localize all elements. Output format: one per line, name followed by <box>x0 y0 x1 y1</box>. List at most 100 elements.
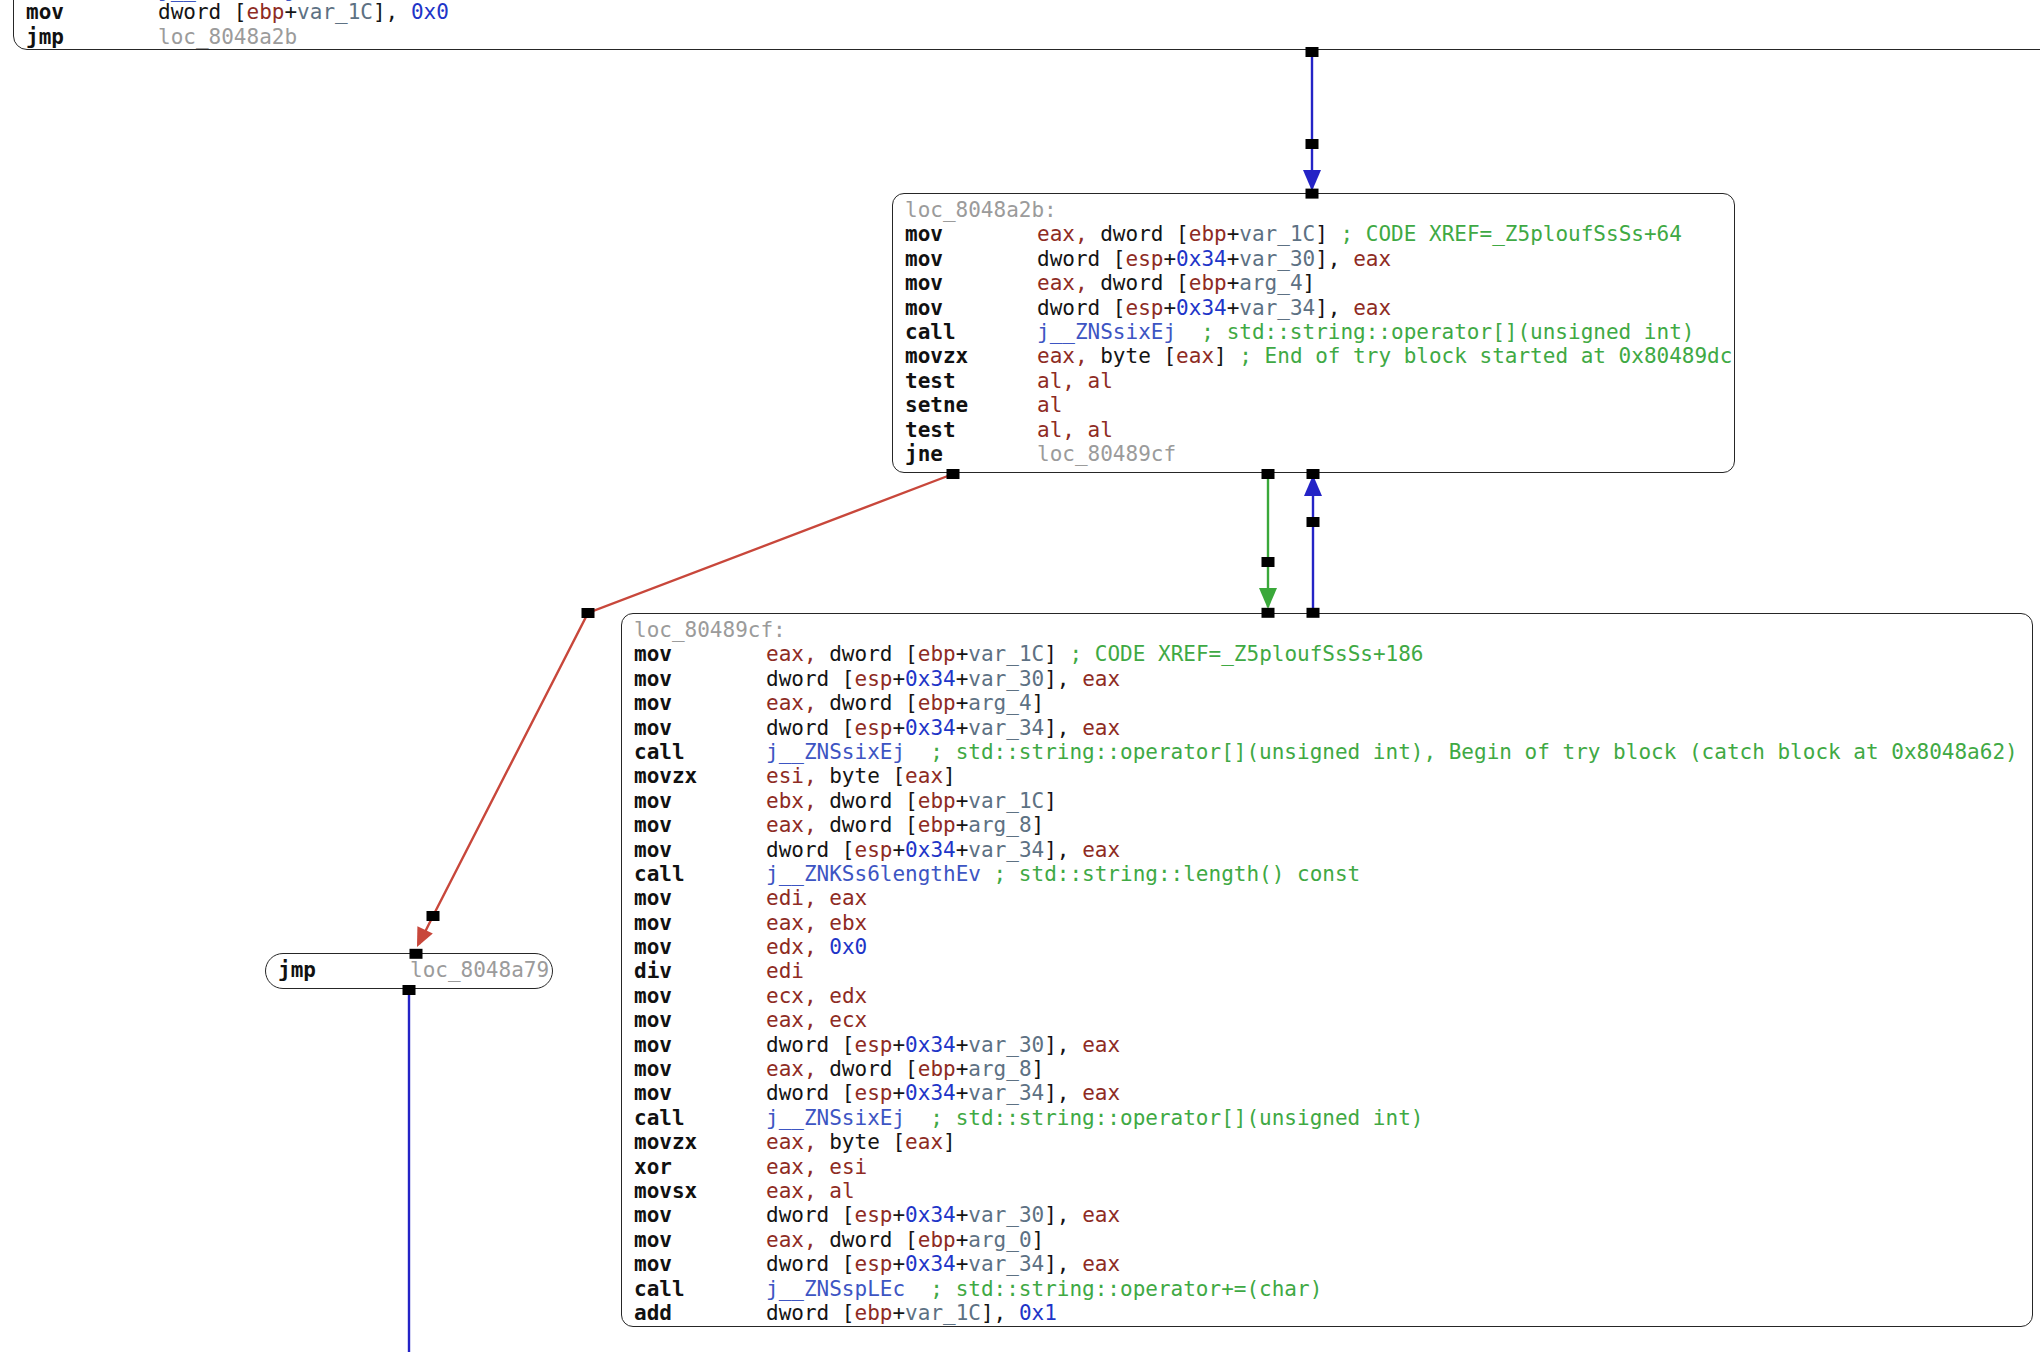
asm-row[interactable]: movedi, eax <box>634 886 2028 910</box>
basic-block-jmp-loc_8048a79[interactable]: jmploc_8048a79 <box>265 953 553 989</box>
token-kw: + <box>1227 247 1240 271</box>
token-reg: eax, <box>766 911 817 935</box>
token-kw: dword [ <box>766 1203 855 1227</box>
token-var: arg_8 <box>968 813 1031 837</box>
asm-row[interactable]: callj__ZNKSs6lengthEv ; std::string::len… <box>634 862 2028 886</box>
token-fn: j__ZNSsixEj <box>766 740 905 764</box>
token-reg: eax <box>1353 296 1391 320</box>
token-kw <box>817 1179 830 1203</box>
operands: dword [ebp+var_1C], 0x0 <box>158 0 449 24</box>
token-kw: + <box>956 716 969 740</box>
asm-row[interactable]: moveax, ebx <box>634 911 2028 935</box>
basic-block-previous[interactable]: callj__ZNSsixEjmovdword [ebp+var_1C], 0x… <box>13 0 2040 50</box>
asm-row[interactable]: movsxeax, al <box>634 1179 2028 1203</box>
token-kw: dword [ <box>817 1057 918 1081</box>
mnemonic: setne <box>905 393 1037 417</box>
asm-row[interactable]: movdword [esp+0x34+var_30], eax <box>634 1033 2028 1057</box>
token-kw: + <box>956 1252 969 1276</box>
asm-row[interactable]: movdword [esp+0x34+var_34], eax <box>905 296 1730 320</box>
token-reg: al, <box>1037 418 1075 442</box>
operands: eax, ebx <box>766 911 867 935</box>
mnemonic: mov <box>905 222 1037 246</box>
mnemonic: mov <box>634 838 766 862</box>
asm-row[interactable]: movdword [esp+0x34+var_30], eax <box>634 667 2028 691</box>
asm-row[interactable]: callj__ZNSspLEc ; std::string::operator+… <box>634 1277 2028 1301</box>
token-kw: + <box>892 1301 905 1325</box>
asm-row[interactable]: moveax, dword [ebp+arg_8] <box>634 1057 2028 1081</box>
operands: edi <box>766 959 804 983</box>
token-kw <box>817 886 830 910</box>
operands: j__ZNKSs6lengthEv ; std::string::length(… <box>766 862 1360 886</box>
asm-row[interactable]: callj__ZNSsixEj <box>26 0 2040 2</box>
operands: dword [esp+0x34+var_34], eax <box>766 838 1120 862</box>
asm-row[interactable]: jneloc_80489cf <box>905 442 1730 466</box>
asm-row[interactable]: testal, al <box>905 418 1730 442</box>
mnemonic: test <box>905 418 1037 442</box>
edge-incoming-blue <box>1303 47 1321 199</box>
token-reg: eax, <box>766 1130 817 1154</box>
token-reg: eax <box>905 1130 943 1154</box>
asm-row[interactable]: setneal <box>905 393 1730 417</box>
asm-row[interactable]: movdword [esp+0x34+var_30], eax <box>905 247 1730 271</box>
token-kw: dword [ <box>766 838 855 862</box>
asm-row[interactable]: movzxesi, byte [eax] <box>634 764 2028 788</box>
asm-row[interactable]: xoreax, esi <box>634 1155 2028 1179</box>
mnemonic: mov <box>634 667 766 691</box>
asm-row[interactable]: adddword [ebp+var_1C], 0x1 <box>634 1301 2028 1325</box>
asm-row[interactable]: callj__ZNSsixEj ; std::string::operator[… <box>634 740 2028 764</box>
token-reg: eax, <box>766 813 817 837</box>
token-kw: ], <box>1044 716 1082 740</box>
token-cm: ; CODE XREF=_Z5ploufSsSs+186 <box>1069 642 1423 666</box>
asm-row[interactable]: testal, al <box>905 369 1730 393</box>
asm-row[interactable]: moveax, dword [ebp+var_1C] ; CODE XREF=_… <box>634 642 2028 666</box>
mnemonic: mov <box>634 789 766 813</box>
asm-row[interactable]: movdword [esp+0x34+var_34], eax <box>634 716 2028 740</box>
token-reg: al, <box>1037 369 1075 393</box>
token-var: var_1C <box>905 1301 981 1325</box>
operands: eax, esi <box>766 1155 867 1179</box>
token-reg: edx, <box>766 935 817 959</box>
token-num: 0x1 <box>1019 1301 1057 1325</box>
asm-row[interactable]: movebx, dword [ebp+var_1C] <box>634 789 2028 813</box>
asm-row[interactable]: moveax, ecx <box>634 1008 2028 1032</box>
asm-row[interactable]: moveax, dword [ebp+arg_8] <box>634 813 2028 837</box>
operands: ecx, edx <box>766 984 867 1008</box>
mnemonic: call <box>905 320 1037 344</box>
asm-row[interactable]: movedx, 0x0 <box>634 935 2028 959</box>
token-fn: j__ZNSsixEj <box>766 1106 905 1130</box>
basic-block-loc_8048a2b[interactable]: loc_8048a2b:moveax, dword [ebp+var_1C] ;… <box>892 193 1735 473</box>
asm-row[interactable]: movdword [esp+0x34+var_34], eax <box>634 1252 2028 1276</box>
mnemonic: call <box>634 1277 766 1301</box>
token-var: var_30 <box>968 1033 1044 1057</box>
asm-row[interactable]: moveax, dword [ebp+arg_4] <box>905 271 1730 295</box>
asm-row[interactable]: loc_80489cf: <box>634 618 2028 642</box>
asm-row[interactable]: movecx, edx <box>634 984 2028 1008</box>
asm-row[interactable]: moveax, dword [ebp+arg_4] <box>634 691 2028 715</box>
token-reg: ebp <box>1189 271 1227 295</box>
token-kw: ], <box>981 1301 1019 1325</box>
asm-row[interactable]: movzxeax, byte [eax] <box>634 1130 2028 1154</box>
asm-row[interactable]: callj__ZNSsixEj ; std::string::operator[… <box>634 1106 2028 1130</box>
asm-row[interactable]: moveax, dword [ebp+arg_0] <box>634 1228 2028 1252</box>
asm-row[interactable]: loc_8048a2b: <box>905 198 1730 222</box>
token-reg: al <box>1088 369 1113 393</box>
asm-row[interactable]: movdword [esp+0x34+var_30], eax <box>634 1203 2028 1227</box>
mnemonic: call <box>634 1106 766 1130</box>
asm-row[interactable]: movdword [esp+0x34+var_34], eax <box>634 838 2028 862</box>
token-kw: + <box>1163 296 1176 320</box>
asm-row[interactable]: callj__ZNSsixEj ; std::string::operator[… <box>905 320 1730 344</box>
asm-row[interactable]: movzxeax, byte [eax] ; End of try block … <box>905 344 1730 368</box>
operands: dword [esp+0x34+var_34], eax <box>766 1252 1120 1276</box>
asm-row[interactable]: movdword [ebp+var_1C], 0x0 <box>26 0 2040 24</box>
operands: dword [esp+0x34+var_34], eax <box>766 716 1120 740</box>
token-reg: eax <box>1082 838 1120 862</box>
operands: al, al <box>1037 418 1113 442</box>
asm-row[interactable]: moveax, dword [ebp+var_1C] ; CODE XREF=_… <box>905 222 1730 246</box>
token-kw <box>817 984 830 1008</box>
asm-row[interactable]: jmploc_8048a79 <box>278 958 548 982</box>
basic-block-loc_80489cf[interactable]: loc_80489cf:moveax, dword [ebp+var_1C] ;… <box>621 613 2033 1327</box>
operands: j__ZNSsixEj ; std::string::operator[](un… <box>766 1106 1423 1130</box>
asm-row[interactable]: jmploc_8048a2b <box>26 25 2040 49</box>
asm-row[interactable]: divedi <box>634 959 2028 983</box>
asm-row[interactable]: movdword [esp+0x34+var_34], eax <box>634 1081 2028 1105</box>
